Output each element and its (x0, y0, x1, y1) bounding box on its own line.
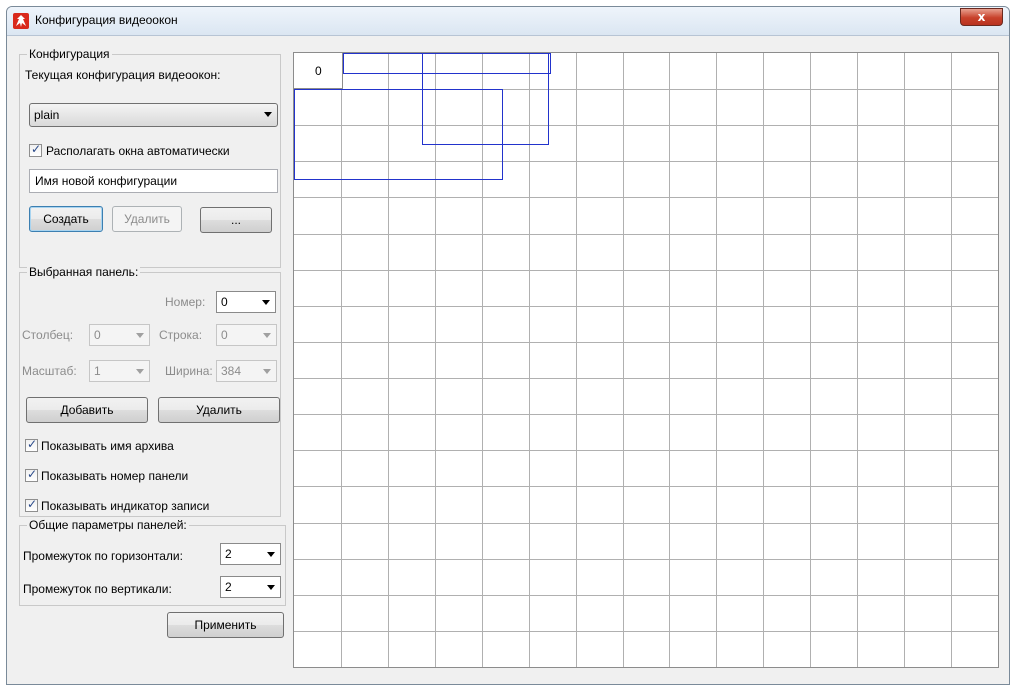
grid-row-line (294, 378, 998, 379)
show-record-checkbox[interactable] (25, 497, 38, 512)
auto-arrange-label[interactable]: Располагать окна автоматически (46, 144, 230, 158)
h-gap-value: 2 (225, 547, 232, 561)
h-gap-select[interactable]: 2 (220, 543, 281, 565)
column-value: 0 (94, 328, 101, 342)
selected-panel-cell[interactable]: 0 (294, 53, 343, 89)
grid-row-line (294, 270, 998, 271)
app-logo-icon (13, 13, 29, 29)
v-gap-select[interactable]: 2 (220, 576, 281, 598)
grid-row-line (294, 414, 998, 415)
chevron-down-icon (136, 333, 144, 338)
grid-column-line (763, 53, 764, 667)
grid-column-line (529, 53, 530, 667)
show-number-label[interactable]: Показывать номер панели (41, 469, 188, 483)
chevron-down-icon (263, 333, 271, 338)
current-config-label: Текущая конфигурация видеоокон: (25, 68, 221, 82)
number-value: 0 (221, 295, 228, 309)
common-params-group: Общие параметры панелей: Промежуток по г… (19, 518, 286, 606)
grid-column-line (951, 53, 952, 667)
grid-column-line (669, 53, 670, 667)
auto-arrange-checkbox[interactable] (29, 142, 42, 157)
show-archive-checkbox[interactable] (25, 437, 38, 452)
chevron-down-icon (267, 585, 275, 590)
apply-button[interactable]: Применить (167, 612, 284, 638)
scale-value: 1 (94, 364, 101, 378)
show-number-checkbox[interactable] (25, 467, 38, 482)
column-label: Столбец: (22, 328, 74, 342)
chevron-down-icon (136, 369, 144, 374)
scale-select[interactable]: 1 (89, 360, 150, 382)
grid-column-line (623, 53, 624, 667)
show-record-label[interactable]: Показывать индикатор записи (41, 499, 209, 513)
grid-column-line (576, 53, 577, 667)
chevron-down-icon (263, 369, 271, 374)
add-panel-button[interactable]: Добавить (26, 397, 148, 423)
scale-label: Масштаб: (22, 364, 77, 378)
grid-row-line (294, 631, 998, 632)
grid-row-line (294, 486, 998, 487)
grid-row-line (294, 595, 998, 596)
selected-panel-legend: Выбранная панель: (27, 265, 141, 279)
current-config-value: plain (34, 108, 60, 122)
config-group: Конфигурация Текущая конфигурация видеоо… (19, 47, 281, 268)
delete-config-button[interactable]: Удалить (112, 206, 182, 232)
grid-column-line (810, 53, 811, 667)
create-button[interactable]: Создать (29, 206, 103, 232)
width-value: 384 (221, 364, 242, 378)
number-label: Номер: (165, 295, 206, 309)
chevron-down-icon (267, 552, 275, 557)
selected-panel-group: Выбранная панель: Номер: 0 Столбец: 0 Ст… (19, 265, 281, 517)
grid-row-line (294, 234, 998, 235)
more-button[interactable]: ... (200, 207, 272, 233)
h-gap-label: Промежуток по горизонтали: (23, 549, 183, 563)
grid-row-line (294, 523, 998, 524)
v-gap-value: 2 (225, 580, 232, 594)
number-select[interactable]: 0 (216, 291, 276, 313)
grid-column-line (716, 53, 717, 667)
grid-row-line (294, 450, 998, 451)
grid-row-line (294, 306, 998, 307)
window-title: Конфигурация видеоокон (35, 13, 178, 27)
new-config-name-value: Имя новой конфигурации (35, 174, 178, 188)
width-select[interactable]: 384 (216, 360, 277, 382)
close-button[interactable]: x (960, 8, 1003, 26)
remove-panel-button[interactable]: Удалить (158, 397, 280, 423)
grid-column-line (857, 53, 858, 667)
grid-row-line (294, 342, 998, 343)
panel-outline-right[interactable] (422, 53, 549, 145)
column-select[interactable]: 0 (89, 324, 150, 346)
chevron-down-icon (262, 300, 270, 305)
new-config-name-input[interactable]: Имя новой конфигурации (29, 169, 278, 193)
row-select[interactable]: 0 (216, 324, 277, 346)
title-bar[interactable]: Конфигурация видеоокон x (7, 7, 1009, 36)
v-gap-label: Промежуток по вертикали: (23, 582, 172, 596)
current-config-select[interactable]: plain (29, 103, 278, 127)
chevron-down-icon (264, 112, 272, 117)
config-group-legend: Конфигурация (27, 47, 112, 61)
selected-panel-number: 0 (315, 64, 322, 78)
video-layout-grid[interactable]: 0 (293, 52, 999, 668)
row-value: 0 (221, 328, 228, 342)
common-params-legend: Общие параметры панелей: (27, 518, 189, 532)
grid-column-line (904, 53, 905, 667)
row-label: Строка: (159, 328, 203, 342)
grid-row-line (294, 559, 998, 560)
grid-row-line (294, 197, 998, 198)
width-label: Ширина: (165, 364, 213, 378)
config-window: Конфигурация видеоокон x Конфигурация Те… (6, 6, 1010, 685)
show-archive-label[interactable]: Показывать имя архива (41, 439, 174, 453)
